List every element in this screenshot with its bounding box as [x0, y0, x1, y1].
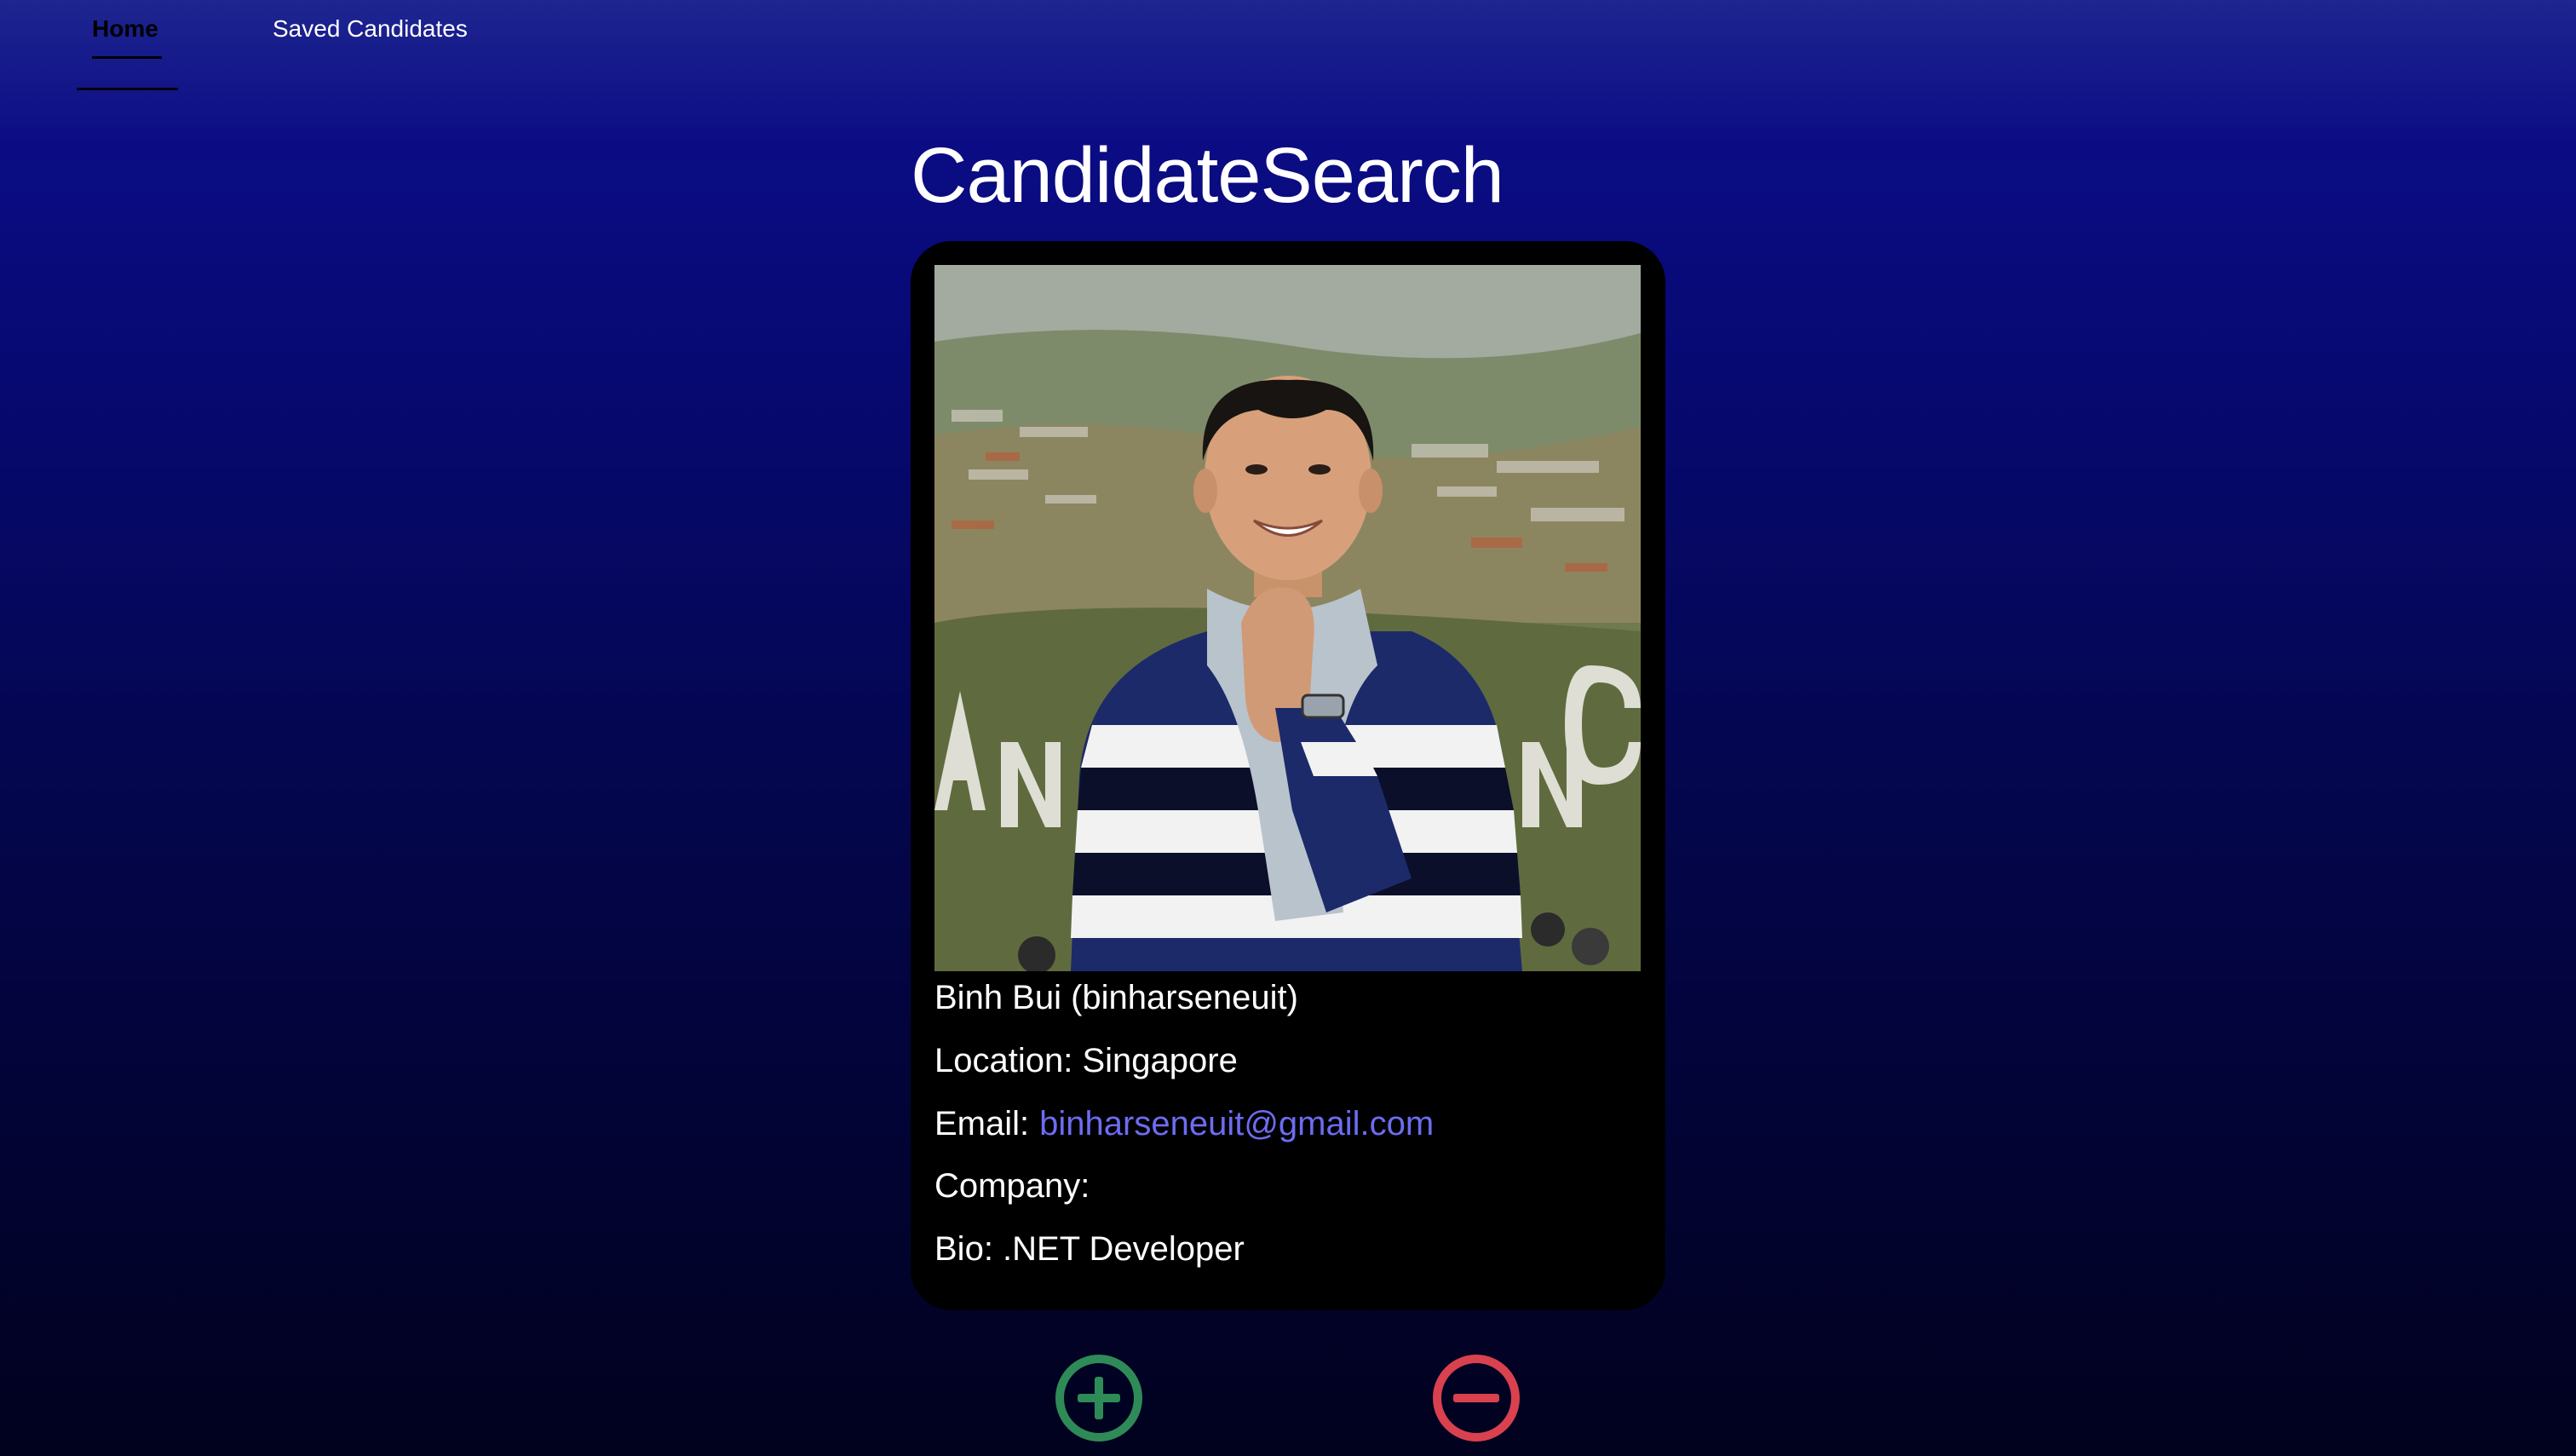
top-nav: Home Saved Candidates — [0, 0, 2576, 94]
plus-circle-icon — [1055, 1355, 1142, 1442]
candidate-company: Company: — [934, 1167, 1090, 1205]
candidate-card: Binh Bui (binharseneuit) Location: Singa… — [911, 241, 1665, 1310]
minus-circle-icon — [1433, 1355, 1520, 1442]
candidate-email-label: Email: — [934, 1105, 1030, 1142]
nav-home-link[interactable]: Home — [92, 12, 158, 46]
candidate-email-link[interactable]: binharseneuit@gmail.com — [1039, 1105, 1434, 1142]
reject-candidate-button[interactable] — [1431, 1353, 1521, 1443]
save-candidate-button[interactable] — [1054, 1353, 1144, 1443]
candidate-photo-illustration — [934, 265, 1641, 971]
candidate-bio: Bio: .NET Developer — [934, 1230, 1245, 1268]
candidate-location: Location: Singapore — [934, 1042, 1238, 1079]
page-title: CandidateSearch — [911, 132, 1504, 219]
candidate-name: Binh Bui (binharseneuit) — [934, 979, 1298, 1016]
nav-saved-candidates-link[interactable]: Saved Candidates — [273, 12, 468, 46]
candidate-email-row: Email: binharseneuit@gmail.com — [934, 1102, 1434, 1146]
candidate-avatar — [934, 265, 1641, 971]
nav-home-active-underline — [92, 56, 162, 59]
nav-home-active-indicator — [77, 88, 178, 90]
